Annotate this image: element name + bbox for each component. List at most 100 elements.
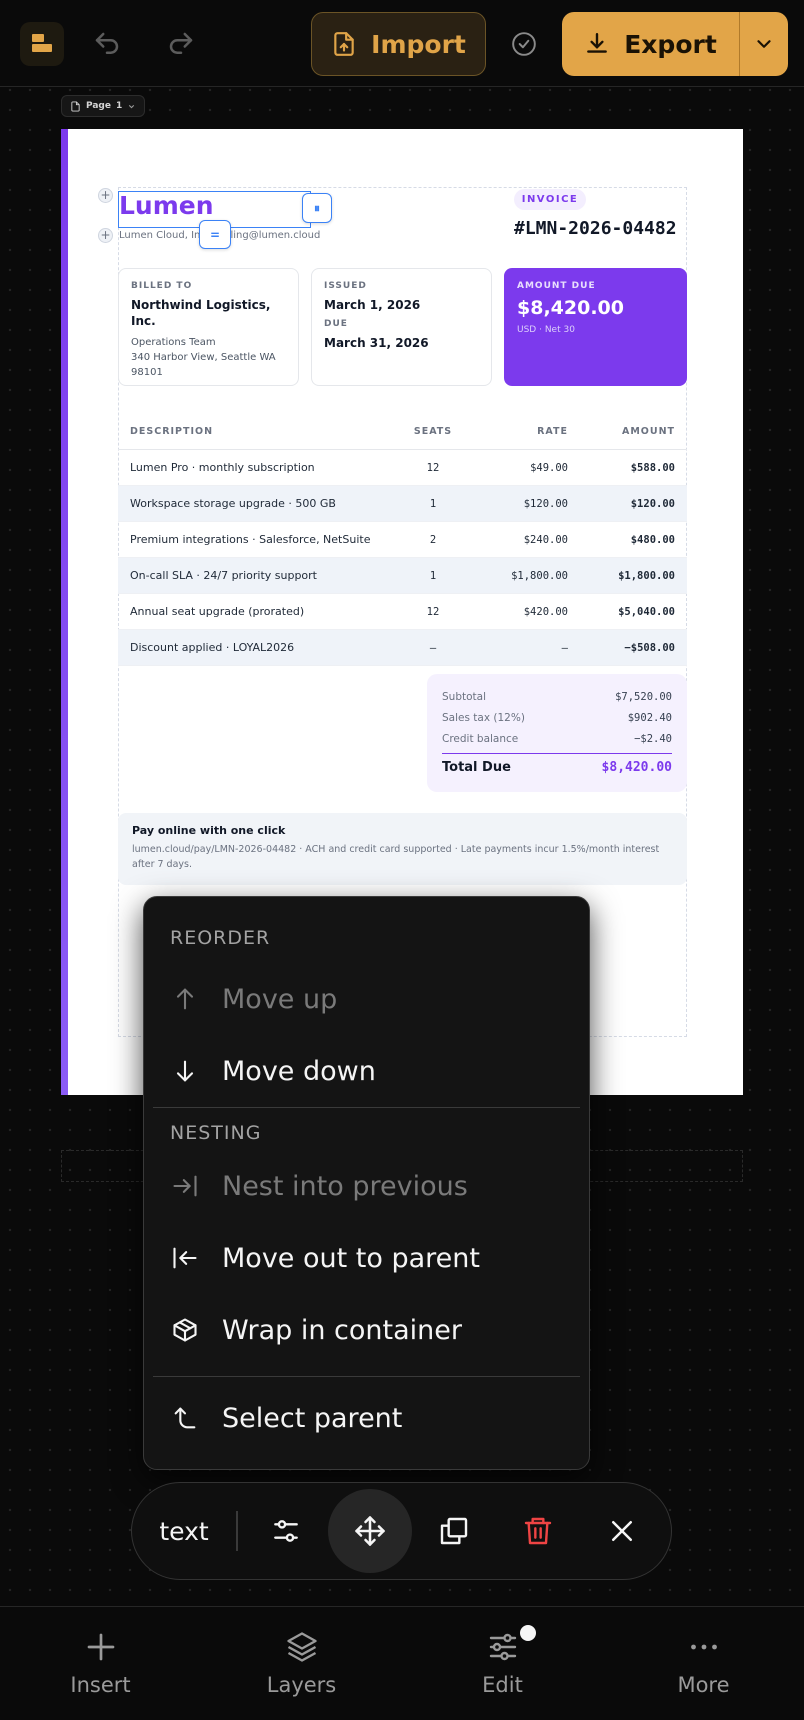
total-due-value: $8,420.00 xyxy=(601,760,672,775)
import-button[interactable]: Import xyxy=(311,12,486,76)
plus-icon[interactable]: + xyxy=(98,228,113,243)
check-circle-icon[interactable] xyxy=(504,24,544,64)
cell-rate: $120.00 xyxy=(523,497,568,510)
reorder-context-menu: REORDER Move up Move down NESTING Nest i… xyxy=(143,896,590,1470)
cell-description: Lumen Pro · monthly subscription xyxy=(130,461,315,474)
select-parent-item[interactable]: Select parent xyxy=(144,1377,589,1459)
nav-insert-label: Insert xyxy=(70,1673,131,1697)
cell-description: Annual seat upgrade (prorated) xyxy=(130,605,305,618)
app-logo-icon[interactable] xyxy=(20,22,64,66)
nav-more[interactable]: More xyxy=(603,1607,804,1720)
table-row[interactable]: Lumen Pro · monthly subscription 12 $49.… xyxy=(118,450,687,486)
outdent-icon xyxy=(170,1243,200,1273)
layers-icon xyxy=(286,1632,317,1662)
amount-due-card[interactable]: AMOUNT DUE $8,420.00 USD · Net 30 xyxy=(504,268,687,386)
nest-into-previous-item[interactable]: Nest into previous xyxy=(144,1150,589,1222)
cell-rate: $240.00 xyxy=(523,533,568,546)
wrap-in-container-item[interactable]: Wrap in container xyxy=(144,1294,589,1366)
cell-seats: 12 xyxy=(426,605,440,618)
move-up-item[interactable]: Move up xyxy=(144,963,589,1035)
subtotal-value: $7,520.00 xyxy=(615,690,672,703)
properties-button[interactable] xyxy=(244,1489,328,1573)
resize-handle-icon[interactable]: = xyxy=(199,220,231,249)
move-out-to-parent-item[interactable]: Move out to parent xyxy=(144,1222,589,1294)
corner-up-icon xyxy=(170,1403,200,1433)
accent-stripe xyxy=(61,129,68,1095)
due-date: March 31, 2026 xyxy=(324,336,429,350)
payment-note[interactable]: Pay online with one click lumen.cloud/pa… xyxy=(118,813,687,885)
duplicate-icon xyxy=(440,1517,467,1545)
table-row[interactable]: On-call SLA · 24/7 priority support 1 $1… xyxy=(118,558,687,594)
credit-row: Credit balance −$2.40 xyxy=(442,728,672,749)
cell-amount: $120.00 xyxy=(630,497,675,510)
trash-icon xyxy=(524,1517,551,1545)
nav-layers-label: Layers xyxy=(266,1673,337,1697)
billed-to-card[interactable]: BILLED TO Northwind Logistics, Inc. Oper… xyxy=(118,268,299,386)
download-icon xyxy=(587,33,608,53)
tax-label: Sales tax (12%) xyxy=(442,711,525,724)
due-label: DUE xyxy=(324,319,348,329)
table-row[interactable]: Premium integrations · Salesforce, NetSu… xyxy=(118,522,687,558)
move-out-label: Move out to parent xyxy=(222,1242,480,1274)
page-icon xyxy=(71,100,80,112)
invoice-number[interactable]: #LMN-2026-04482 xyxy=(514,218,677,239)
cell-seats: – xyxy=(429,641,437,654)
undo-icon[interactable] xyxy=(87,24,127,64)
cell-seats: 1 xyxy=(429,569,437,582)
billed-to-team: Operations Team xyxy=(131,337,216,348)
bottom-navigation: Insert Layers Edit More xyxy=(0,1606,804,1720)
cell-description: Premium integrations · Salesforce, NetSu… xyxy=(130,533,371,546)
chevron-down-icon xyxy=(757,40,771,48)
cell-amount: $480.00 xyxy=(630,533,675,546)
issued-date: March 1, 2026 xyxy=(324,298,421,312)
cell-description: On-call SLA · 24/7 priority support xyxy=(130,569,317,582)
line-items-table[interactable]: DESCRIPTION SEATS RATE AMOUNT Lumen Pro … xyxy=(118,414,687,666)
move-up-label: Move up xyxy=(222,983,338,1015)
upload-icon xyxy=(334,32,354,56)
nav-edit[interactable]: Edit xyxy=(402,1607,603,1720)
table-row[interactable]: Discount applied · LOYAL2026 – – −$508.0… xyxy=(118,630,687,666)
subtotal-label: Subtotal xyxy=(442,690,486,703)
amount-due-label: AMOUNT DUE xyxy=(517,281,596,291)
notification-dot xyxy=(520,1625,536,1641)
arrow-down-icon xyxy=(170,1056,200,1086)
totals-box[interactable]: Subtotal $7,520.00 Sales tax (12%) $902.… xyxy=(427,674,687,792)
element-toolbar: text xyxy=(131,1482,672,1580)
close-toolbar-button[interactable] xyxy=(580,1489,664,1573)
dates-card[interactable]: ISSUED March 1, 2026 DUE March 31, 2026 xyxy=(311,268,492,386)
column-header: DESCRIPTION xyxy=(130,426,214,437)
cell-seats: 12 xyxy=(426,461,440,474)
indent-icon xyxy=(170,1171,200,1201)
page-selector[interactable]: Page 1 xyxy=(61,95,146,117)
move-down-item[interactable]: Move down xyxy=(144,1035,589,1107)
plus-icon[interactable]: + xyxy=(98,188,113,203)
cell-rate: $49.00 xyxy=(530,461,568,474)
nav-layers[interactable]: Layers xyxy=(201,1607,402,1720)
invoice-badge[interactable]: INVOICE xyxy=(514,189,586,210)
arrow-up-icon xyxy=(170,984,200,1014)
drag-handle-icon[interactable]: ⏸ xyxy=(302,193,332,223)
move-button[interactable] xyxy=(327,1489,412,1573)
reorder-heading: REORDER xyxy=(170,927,271,949)
nav-insert[interactable]: Insert xyxy=(0,1607,201,1720)
export-button[interactable]: Export xyxy=(562,12,740,76)
page-number: 1 xyxy=(115,101,123,111)
total-due-row: Total Due $8,420.00 xyxy=(442,753,672,775)
amount-due-value: $8,420.00 xyxy=(517,297,624,319)
top-toolbar: Import Export xyxy=(0,0,804,87)
payment-text: lumen.cloud/pay/LMN-2026-04482 · ACH and… xyxy=(132,844,660,870)
duplicate-button[interactable] xyxy=(412,1489,496,1573)
total-due-label: Total Due xyxy=(442,760,511,775)
table-row[interactable]: Workspace storage upgrade · 500 GB 1 $12… xyxy=(118,486,687,522)
amount-due-terms: USD · Net 30 xyxy=(517,325,575,335)
plus-icon xyxy=(87,1633,114,1661)
redo-icon[interactable] xyxy=(161,24,201,64)
chevron-down-icon xyxy=(129,104,135,108)
delete-button[interactable] xyxy=(496,1489,580,1573)
export-options-dropdown[interactable] xyxy=(740,12,788,76)
column-header: AMOUNT xyxy=(621,426,675,437)
cell-amount: $1,800.00 xyxy=(618,569,675,582)
table-row[interactable]: Annual seat upgrade (prorated) 12 $420.0… xyxy=(118,594,687,630)
export-label: Export xyxy=(624,29,717,59)
cell-rate: – xyxy=(561,641,568,654)
